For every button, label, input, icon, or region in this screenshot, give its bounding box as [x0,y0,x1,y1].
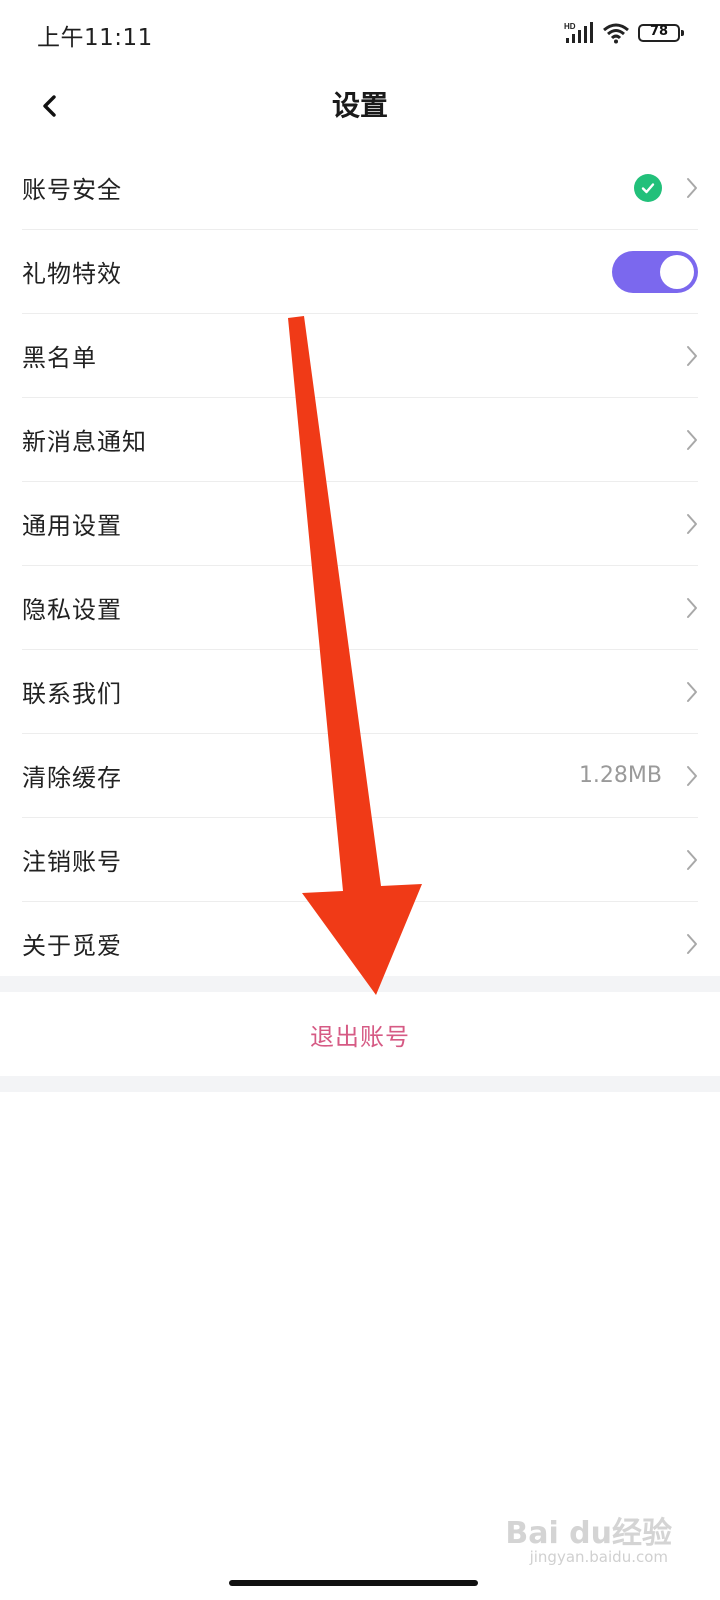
page-title: 设置 [331,89,388,122]
settings-item-delete-account[interactable]: 注销账号 [22,818,698,902]
settings-item-gift-effects: 礼物特效 [22,230,698,314]
settings-item-label: 账号安全 [22,176,122,204]
wifi-icon [603,23,629,44]
check-icon [634,173,662,202]
chevron-right-icon [676,681,698,703]
chevron-right-icon [676,345,698,367]
home-indicator[interactable] [229,1580,478,1586]
toggle-knob [660,254,694,289]
cache-size: 1.28MB [578,763,662,788]
logout-button[interactable]: 退出账号 [0,992,720,1076]
status-icons: HD 78 [564,18,684,48]
gift-effects-toggle[interactable] [612,250,698,293]
section-divider [0,1076,720,1092]
settings-list: 账号安全 礼物特效 黑名单 新消息通知 通用设置 隐私设置 联系我们 清除缓存 … [0,146,720,985]
logout-label: 退出账号 [310,1022,410,1051]
battery-icon: 78 [638,24,684,42]
battery-level: 78 [649,24,669,39]
settings-item-about[interactable]: 关于觅爱 [22,902,698,985]
chevron-right-icon [676,429,698,451]
settings-item-label: 隐私设置 [22,596,122,624]
header: 设置 [0,66,720,146]
settings-item-label: 注销账号 [22,848,122,876]
watermark-url: jingyan.baidu.com [529,1548,668,1566]
chevron-right-icon [676,177,698,199]
settings-item-clear-cache[interactable]: 清除缓存 1.28MB [22,734,698,818]
chevron-right-icon [676,513,698,535]
settings-item-label: 黑名单 [22,344,97,372]
chevron-right-icon [676,849,698,871]
status-time: 上午11:11 [37,25,153,51]
svg-text:HD: HD [564,22,576,31]
status-bar: 上午11:11 HD 78 [0,0,720,66]
settings-item-label: 新消息通知 [22,428,147,456]
chevron-right-icon [676,765,698,787]
section-divider [0,976,720,992]
settings-item-label: 清除缓存 [22,764,122,792]
watermark-logo: Bai du经验 [505,1516,672,1551]
settings-item-account-security[interactable]: 账号安全 [22,146,698,230]
chevron-right-icon [676,597,698,619]
chevron-right-icon [676,933,698,955]
settings-item-general[interactable]: 通用设置 [22,482,698,566]
signal-icon: HD [564,22,593,43]
settings-item-label: 联系我们 [22,680,122,708]
settings-item-notifications[interactable]: 新消息通知 [22,398,698,482]
settings-item-privacy[interactable]: 隐私设置 [22,566,698,650]
settings-item-label: 关于觅爱 [22,932,122,960]
settings-item-label: 通用设置 [22,512,122,540]
settings-item-blacklist[interactable]: 黑名单 [22,314,698,398]
settings-item-label: 礼物特效 [22,260,122,288]
settings-item-contact-us[interactable]: 联系我们 [22,650,698,734]
